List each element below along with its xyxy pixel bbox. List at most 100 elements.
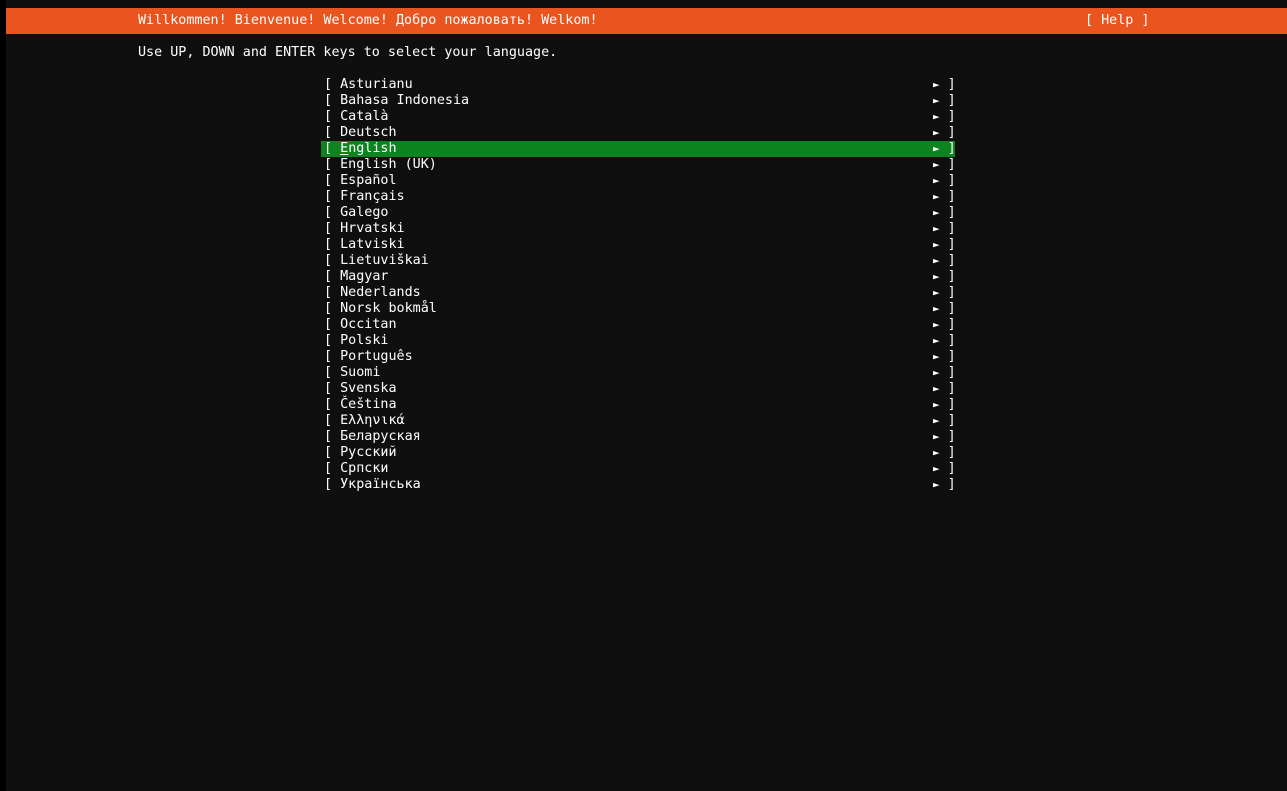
submenu-indicator: ► ] <box>933 397 956 412</box>
open-bracket: [ <box>324 461 341 476</box>
chevron-right-icon: ► <box>933 190 940 203</box>
language-option-label: Français <box>340 189 405 204</box>
submenu-indicator: ► ] <box>933 429 956 444</box>
language-option[interactable]: [ Magyar ► ] <box>321 269 956 285</box>
language-option-label: Nederlands <box>340 285 421 300</box>
chevron-right-icon: ► <box>933 430 940 443</box>
submenu-indicator: ► ] <box>933 77 956 92</box>
instruction-text: Use UP, DOWN and ENTER keys to select yo… <box>138 45 558 60</box>
chevron-right-icon: ► <box>933 126 940 139</box>
submenu-indicator: ► ] <box>933 461 956 476</box>
open-bracket: [ <box>324 189 341 204</box>
submenu-indicator: ► ] <box>933 141 956 156</box>
language-option[interactable]: [ Português ► ] <box>321 349 956 365</box>
open-bracket: [ <box>324 253 341 268</box>
language-option-label: English (UK) <box>340 157 437 172</box>
open-bracket: [ <box>324 93 341 108</box>
language-option[interactable]: [ Norsk bokmål ► ] <box>321 301 956 317</box>
open-bracket: [ <box>324 397 341 412</box>
language-option[interactable]: [ Hrvatski ► ] <box>321 221 956 237</box>
language-option[interactable]: [ Suomi ► ] <box>321 365 956 381</box>
chevron-right-icon: ► <box>933 318 940 331</box>
open-bracket: [ <box>324 157 341 172</box>
open-bracket: [ <box>324 77 341 92</box>
language-option[interactable]: [ Català ► ] <box>321 109 956 125</box>
open-bracket: [ <box>324 173 341 188</box>
language-option-label: Lietuviškai <box>340 253 429 268</box>
language-option-label: Asturianu <box>340 77 413 92</box>
language-option-label: English <box>340 141 397 156</box>
chevron-right-icon: ► <box>933 414 940 427</box>
open-bracket: [ <box>324 477 341 492</box>
language-option[interactable]: [ Nederlands ► ] <box>321 285 956 301</box>
chevron-right-icon: ► <box>933 334 940 347</box>
language-option[interactable]: [ Galego ► ] <box>321 205 956 221</box>
submenu-indicator: ► ] <box>933 477 956 492</box>
language-option-label: Bahasa Indonesia <box>340 93 470 108</box>
language-option-label: Ελληνικά <box>340 413 405 428</box>
language-option-label: Suomi <box>340 365 381 380</box>
language-option[interactable]: [ Français ► ] <box>321 189 956 205</box>
chevron-right-icon: ► <box>933 366 940 379</box>
language-option[interactable]: [ Ελληνικά ► ] <box>321 413 956 429</box>
submenu-indicator: ► ] <box>933 349 956 364</box>
language-option[interactable]: [ Asturianu ► ] <box>321 77 956 93</box>
language-option[interactable]: [ English ► ] <box>321 141 956 157</box>
language-option[interactable]: [ Español ► ] <box>321 173 956 189</box>
language-option[interactable]: [ Русский ► ] <box>321 445 956 461</box>
submenu-indicator: ► ] <box>933 93 956 108</box>
language-option[interactable]: [ Deutsch ► ] <box>321 125 956 141</box>
open-bracket: [ <box>324 301 341 316</box>
language-option[interactable]: [ Latviski ► ] <box>321 237 956 253</box>
focus-cursor: E <box>340 141 349 156</box>
chevron-right-icon: ► <box>933 286 940 299</box>
submenu-indicator: ► ] <box>933 253 956 268</box>
language-option-label: Беларуская <box>340 429 421 444</box>
chevron-right-icon: ► <box>933 382 940 395</box>
chevron-right-icon: ► <box>933 142 940 155</box>
open-bracket: [ <box>324 285 341 300</box>
submenu-indicator: ► ] <box>933 381 956 396</box>
submenu-indicator: ► ] <box>933 333 956 348</box>
open-bracket: [ <box>324 141 341 156</box>
submenu-indicator: ► ] <box>933 205 956 220</box>
open-bracket: [ <box>324 349 341 364</box>
language-option-label: Latviski <box>340 237 405 252</box>
submenu-indicator: ► ] <box>933 125 956 140</box>
language-option[interactable]: [ Беларуская ► ] <box>321 429 956 445</box>
submenu-indicator: ► ] <box>933 317 956 332</box>
language-option-label: Русский <box>340 445 397 460</box>
language-option-label: Português <box>340 349 413 364</box>
language-option[interactable]: [ English (UK) ► ] <box>321 157 956 173</box>
chevron-right-icon: ► <box>933 350 940 363</box>
chevron-right-icon: ► <box>933 110 940 123</box>
language-option[interactable]: [ Українська ► ] <box>321 477 956 493</box>
language-option-label: Català <box>340 109 389 124</box>
open-bracket: [ <box>324 269 341 284</box>
submenu-indicator: ► ] <box>933 413 956 428</box>
language-option[interactable]: [ Bahasa Indonesia ► ] <box>321 93 956 109</box>
language-option[interactable]: [ Occitan ► ] <box>321 317 956 333</box>
language-option-label: Español <box>340 173 397 188</box>
language-option[interactable]: [ Српски ► ] <box>321 461 956 477</box>
language-option-label: Norsk bokmål <box>340 301 437 316</box>
help-button[interactable]: [ Help ] <box>1085 13 1150 29</box>
language-option-label: Magyar <box>340 269 389 284</box>
language-option[interactable]: [ Svenska ► ] <box>321 381 956 397</box>
open-bracket: [ <box>324 317 341 332</box>
language-option[interactable]: [ Lietuviškai ► ] <box>321 253 956 269</box>
language-option[interactable]: [ Polski ► ] <box>321 333 956 349</box>
submenu-indicator: ► ] <box>933 301 956 316</box>
chevron-right-icon: ► <box>933 446 940 459</box>
language-option[interactable]: [ Čeština ► ] <box>321 397 956 413</box>
chevron-right-icon: ► <box>933 206 940 219</box>
open-bracket: [ <box>324 221 341 236</box>
open-bracket: [ <box>324 205 341 220</box>
open-bracket: [ <box>324 445 341 460</box>
language-list: [ Asturianu ► ] [ Bahasa Indonesia ► ] [ Cat… <box>321 77 956 493</box>
chevron-right-icon: ► <box>933 174 940 187</box>
open-bracket: [ <box>324 381 341 396</box>
submenu-indicator: ► ] <box>933 269 956 284</box>
open-bracket: [ <box>324 125 341 140</box>
open-bracket: [ <box>324 237 341 252</box>
